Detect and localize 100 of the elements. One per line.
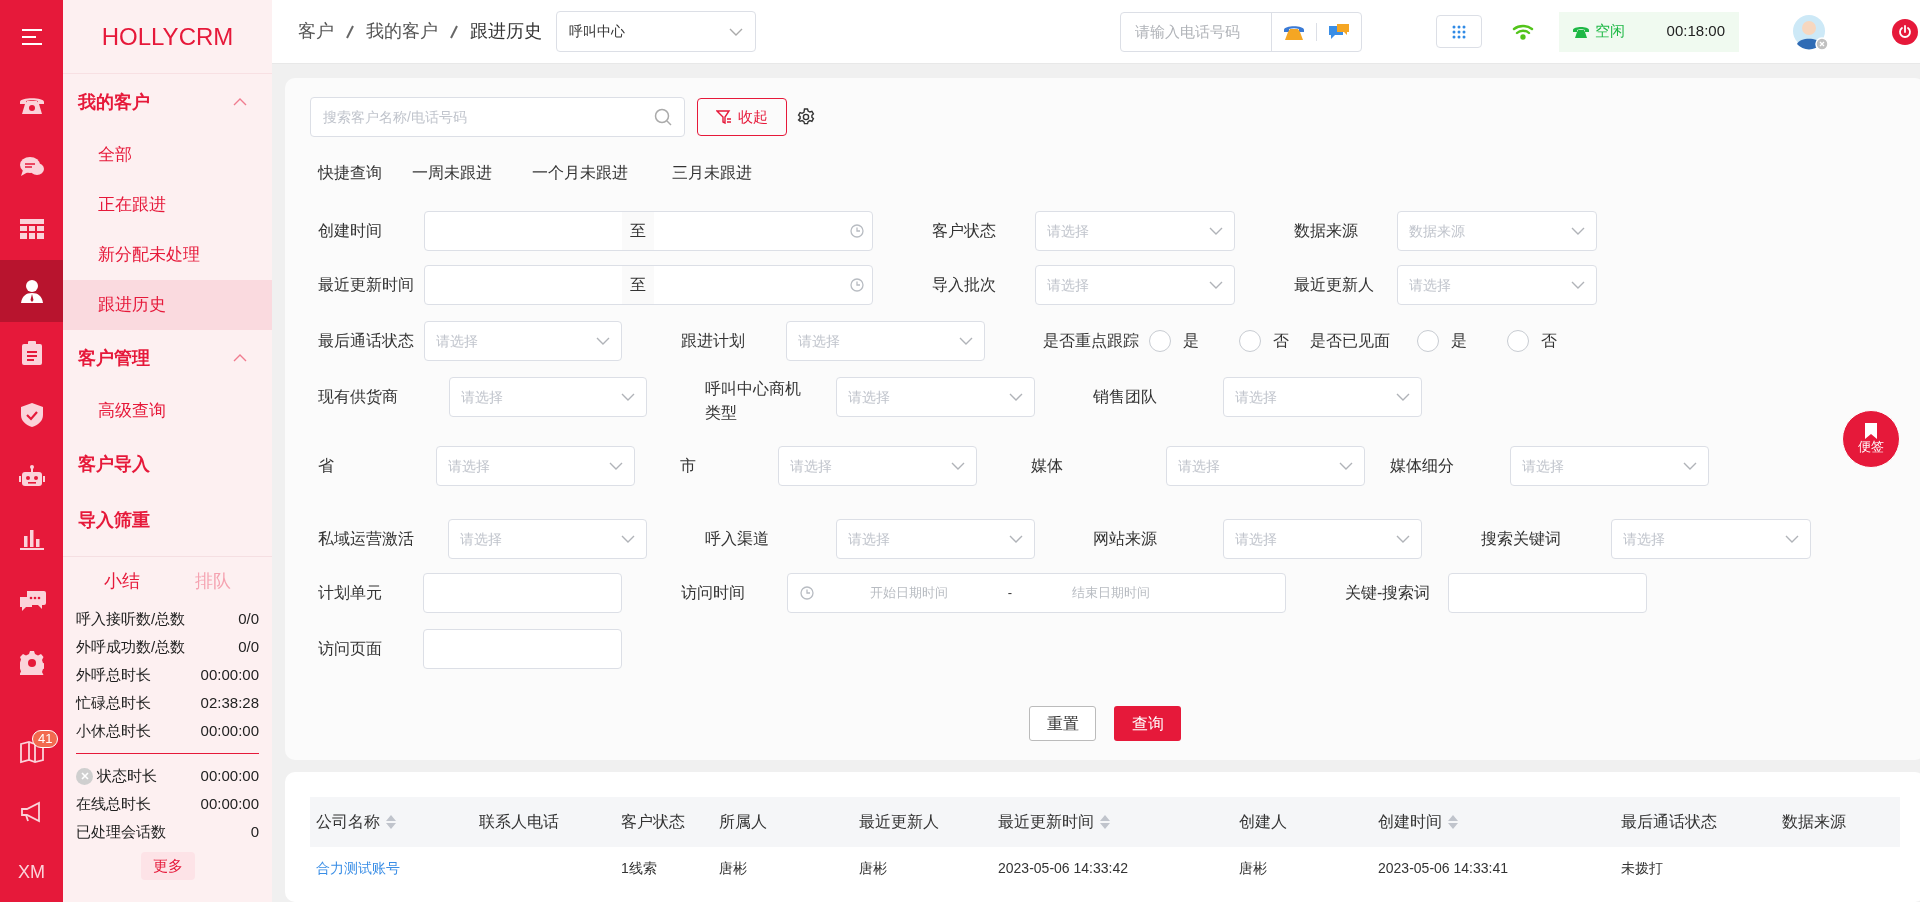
menu-group-title[interactable]: 导入筛重 (78, 506, 150, 534)
chevron-down-icon (1209, 281, 1223, 289)
stat-value: 0/0 (238, 636, 259, 657)
breadcrumb-item[interactable]: 我的客户 (366, 18, 438, 45)
date-range-field[interactable]: 至 (424, 211, 873, 251)
chevron-down-icon (621, 535, 635, 543)
column-header[interactable]: 创建时间 (1372, 810, 1458, 834)
power-button[interactable] (1892, 18, 1918, 45)
field-label: 跟进计划 (680, 331, 746, 351)
clock-icon (850, 278, 864, 292)
queue-select[interactable]: 呼叫中心 (556, 11, 756, 52)
chevron-down-icon (729, 27, 743, 36)
search-icon[interactable] (654, 108, 672, 126)
radio-button[interactable] (1507, 330, 1529, 352)
quick-query-option[interactable]: 一个月未跟进 (532, 161, 672, 185)
stat-label: 在线总时长 (76, 793, 151, 814)
column-header[interactable]: 数据来源 (1776, 810, 1846, 834)
stat-value: 0 (250, 821, 259, 842)
field-label: 私域运营激活 (317, 529, 415, 549)
field-label: 媒体 (1030, 456, 1064, 476)
chevron-down-icon (1209, 227, 1223, 235)
message-bubbles-icon (17, 589, 46, 613)
menu-group-title[interactable]: 我的客户 (78, 88, 150, 116)
bookmark-icon (1864, 423, 1878, 439)
breadcrumb-item[interactable]: 客户 (298, 18, 334, 45)
field-label: 省 (317, 456, 335, 476)
stat-value: 0/0 (238, 608, 259, 629)
rail-label[interactable]: XM (18, 858, 45, 886)
radio-button[interactable] (1149, 330, 1171, 352)
menu-item[interactable]: 全部 (63, 130, 272, 180)
field-label: 呼入渠道 (704, 529, 770, 549)
message-icon[interactable] (1328, 22, 1350, 41)
column-header[interactable]: 最近更新人 (853, 810, 939, 834)
field-label: 网站来源 (1092, 529, 1158, 549)
text-input[interactable] (423, 629, 622, 669)
menu-item[interactable]: 高级查询 (63, 386, 272, 436)
datetime-range-field[interactable]: 开始日期时间 - 结束日期时间 (787, 573, 1286, 613)
wifi-icon (1512, 23, 1534, 40)
field-label: 现有供货商 (317, 387, 399, 407)
quick-query-option[interactable]: 三月未跟进 (672, 161, 752, 185)
radio-label: 否 (1273, 331, 1289, 351)
field-label: 计划单元 (317, 583, 383, 603)
column-header[interactable]: 联系人电话 (473, 810, 559, 834)
stat-value: 00:00:00 (200, 664, 259, 685)
text-input[interactable] (423, 573, 622, 613)
stat-label: 呼入接听数/总数 (76, 608, 186, 629)
chevron-down-icon (596, 337, 610, 345)
column-header[interactable]: 公司名称 (310, 810, 396, 834)
date-range-field[interactable]: 至 (424, 265, 873, 305)
field-label: 创建时间 (317, 221, 383, 241)
chevron-down-icon (621, 393, 635, 401)
radio-button[interactable] (1239, 330, 1261, 352)
stat-value: 00:00:00 (200, 765, 259, 786)
text-input[interactable] (1448, 573, 1647, 613)
chevron-down-icon (609, 462, 623, 470)
breadcrumb-separator-icon (450, 24, 458, 39)
field-label: 访问页面 (317, 639, 383, 659)
agent-status[interactable]: 空闲 (1595, 20, 1625, 43)
menu-item[interactable]: 跟进历史 (63, 280, 272, 330)
quick-query-option[interactable]: 一周未跟进 (412, 161, 532, 185)
person-icon (19, 279, 44, 303)
menu-item[interactable]: 新分配未处理 (63, 230, 272, 280)
stat-label: 外呼成功数/总数 (76, 636, 186, 657)
column-header[interactable]: 最近更新时间 (992, 810, 1110, 834)
chat-bubbles-icon (18, 156, 45, 178)
field-label: 访问时间 (680, 583, 746, 603)
stat-label: 已处理会话数 (76, 821, 166, 842)
menu-item[interactable]: 正在跟进 (63, 180, 272, 230)
settings-icon (19, 651, 44, 675)
chevron-down-icon (1571, 227, 1585, 235)
table-cell: 1线索 (621, 859, 657, 876)
column-header[interactable]: 客户状态 (615, 810, 685, 834)
radio-button[interactable] (1417, 330, 1439, 352)
settings-icon[interactable] (797, 108, 815, 126)
menu-icon[interactable] (19, 27, 44, 47)
person-nav-button[interactable] (0, 260, 63, 322)
dots-grid-icon (1452, 24, 1466, 39)
company-link[interactable]: 合力测试账号 (316, 859, 400, 876)
power-icon (1898, 24, 1912, 39)
column-header[interactable]: 创建人 (1233, 810, 1287, 834)
avatar-icon[interactable] (1792, 13, 1828, 50)
dialpad-button[interactable] (1436, 15, 1482, 48)
column-header[interactable]: 最后通话状态 (1615, 810, 1717, 834)
column-header[interactable]: 所属人 (713, 810, 767, 834)
search-button[interactable]: 查询 (1114, 706, 1181, 741)
menu-group-title[interactable]: 客户管理 (78, 344, 150, 372)
collapse-button[interactable]: 收起 (697, 98, 787, 136)
summary-tab[interactable]: 小结 (103, 570, 140, 591)
phone-number-field[interactable]: 请输入电话号码 (1120, 11, 1362, 52)
menu-group-title[interactable]: 客户导入 (78, 450, 150, 478)
field-label: 客户状态 (931, 221, 997, 241)
phone-number-input[interactable]: 请输入电话号码 (1121, 12, 1271, 51)
radio-label: 是 (1451, 331, 1467, 351)
reset-button[interactable]: 重置 (1029, 706, 1096, 741)
more-button[interactable]: 更多 (140, 852, 195, 880)
breadcrumb-item[interactable]: 跟进历史 (470, 18, 542, 45)
table-cell: 未拨打 (1621, 859, 1663, 876)
field-label: 最近更新人 (1293, 275, 1375, 295)
stat-value: 02:38:28 (200, 692, 259, 713)
field-label: 呼叫中心商机类型 (704, 379, 802, 423)
